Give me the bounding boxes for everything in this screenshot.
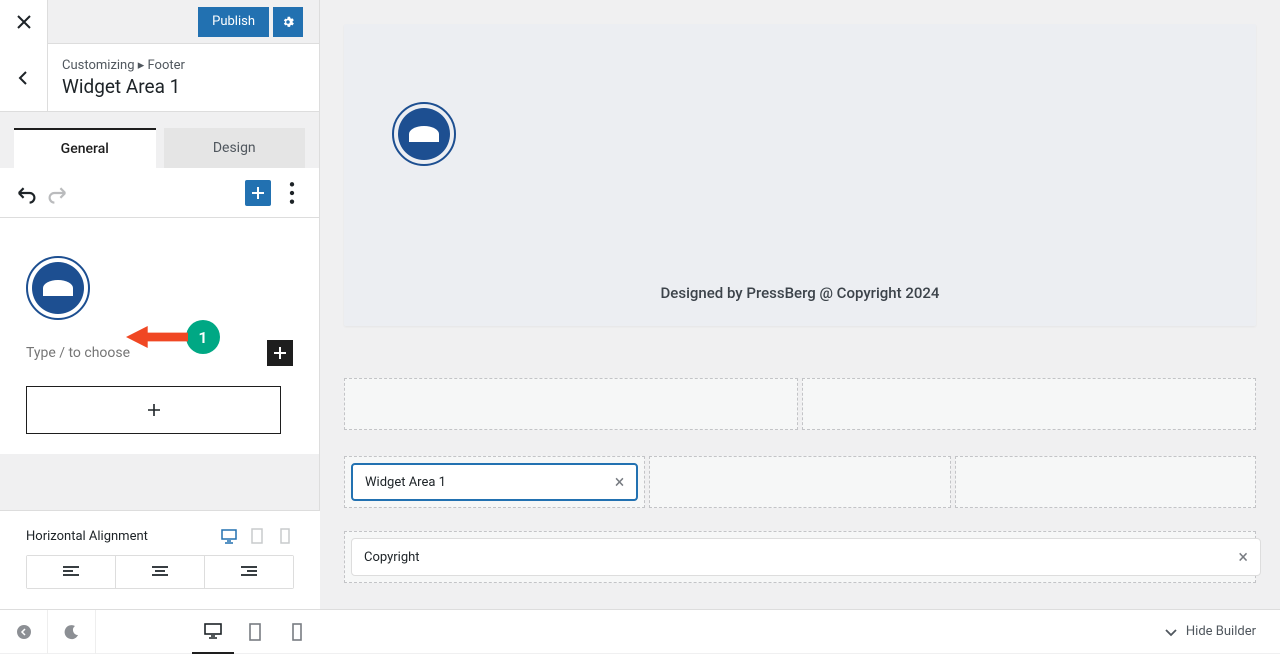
collapse-sidebar-button[interactable] bbox=[0, 610, 48, 654]
device-mobile-icon[interactable] bbox=[276, 527, 294, 545]
builder-mid-left[interactable]: Widget Area 1 × bbox=[344, 456, 645, 508]
preview-logo bbox=[392, 102, 456, 166]
hide-builder-button[interactable]: Hide Builder bbox=[1162, 623, 1280, 641]
builder-mid-right[interactable] bbox=[955, 456, 1256, 508]
mobile-icon bbox=[287, 622, 307, 642]
remove-widget-button[interactable]: × bbox=[615, 472, 625, 493]
chevron-down-icon bbox=[1162, 623, 1180, 641]
device-desktop-icon[interactable] bbox=[220, 527, 238, 545]
chevron-left-icon bbox=[16, 70, 32, 86]
plus-icon bbox=[144, 400, 164, 420]
gear-icon bbox=[281, 15, 295, 29]
settings-button[interactable] bbox=[273, 7, 303, 37]
align-left-button[interactable] bbox=[27, 556, 116, 588]
align-center-button[interactable] bbox=[116, 556, 205, 588]
tab-design[interactable]: Design bbox=[164, 128, 306, 168]
align-center-icon bbox=[152, 566, 168, 578]
remove-copyright-button[interactable]: × bbox=[1238, 547, 1248, 568]
builder-top-left[interactable] bbox=[344, 378, 798, 430]
horizontal-alignment-label: Horizontal Alignment bbox=[26, 529, 148, 544]
add-block-wide-button[interactable] bbox=[26, 386, 281, 434]
align-left-icon bbox=[63, 566, 79, 578]
widget-area-1-pill[interactable]: Widget Area 1 × bbox=[351, 463, 638, 501]
inline-add-button[interactable] bbox=[267, 340, 293, 366]
undo-icon bbox=[14, 181, 38, 205]
undo-button[interactable] bbox=[14, 181, 38, 205]
plus-icon bbox=[249, 184, 267, 202]
more-vertical-icon bbox=[279, 180, 305, 206]
align-right-icon bbox=[241, 566, 257, 578]
responsive-mobile-button[interactable] bbox=[276, 610, 318, 654]
copyright-pill[interactable]: Copyright × bbox=[351, 538, 1261, 576]
moon-icon bbox=[63, 623, 81, 641]
redo-icon bbox=[46, 181, 70, 205]
plus-icon bbox=[271, 344, 289, 362]
responsive-tablet-button[interactable] bbox=[234, 610, 276, 654]
page-title: Widget Area 1 bbox=[62, 75, 185, 98]
block-type-input[interactable]: Type / to choose bbox=[26, 345, 130, 361]
back-button[interactable] bbox=[0, 44, 48, 111]
builder-top-right[interactable] bbox=[802, 378, 1256, 430]
more-options-button[interactable] bbox=[279, 180, 305, 206]
align-right-button[interactable] bbox=[205, 556, 293, 588]
device-tablet-icon[interactable] bbox=[248, 527, 266, 545]
desktop-icon bbox=[203, 621, 223, 641]
redo-button[interactable] bbox=[46, 181, 70, 205]
copyright-label: Copyright bbox=[364, 550, 420, 565]
publish-button[interactable]: Publish bbox=[198, 7, 269, 37]
builder-mid-center[interactable] bbox=[649, 456, 950, 508]
preview-canvas: Designed by PressBerg @ Copyright 2024 bbox=[344, 24, 1256, 326]
breadcrumb: Customizing ▸ Footer bbox=[62, 58, 185, 73]
widget-label: Widget Area 1 bbox=[365, 475, 446, 490]
close-icon bbox=[17, 15, 31, 29]
add-block-button[interactable] bbox=[245, 180, 271, 206]
close-button[interactable] bbox=[0, 0, 48, 44]
dark-mode-button[interactable] bbox=[48, 610, 96, 654]
tab-general[interactable]: General bbox=[14, 128, 156, 168]
tablet-icon bbox=[245, 622, 265, 642]
logo-preview[interactable] bbox=[26, 256, 90, 320]
preview-footer-text: Designed by PressBerg @ Copyright 2024 bbox=[344, 284, 1256, 302]
responsive-desktop-button[interactable] bbox=[192, 610, 234, 654]
builder-bottom[interactable]: Copyright × bbox=[344, 531, 1256, 583]
chevron-left-circle-icon bbox=[15, 623, 33, 641]
